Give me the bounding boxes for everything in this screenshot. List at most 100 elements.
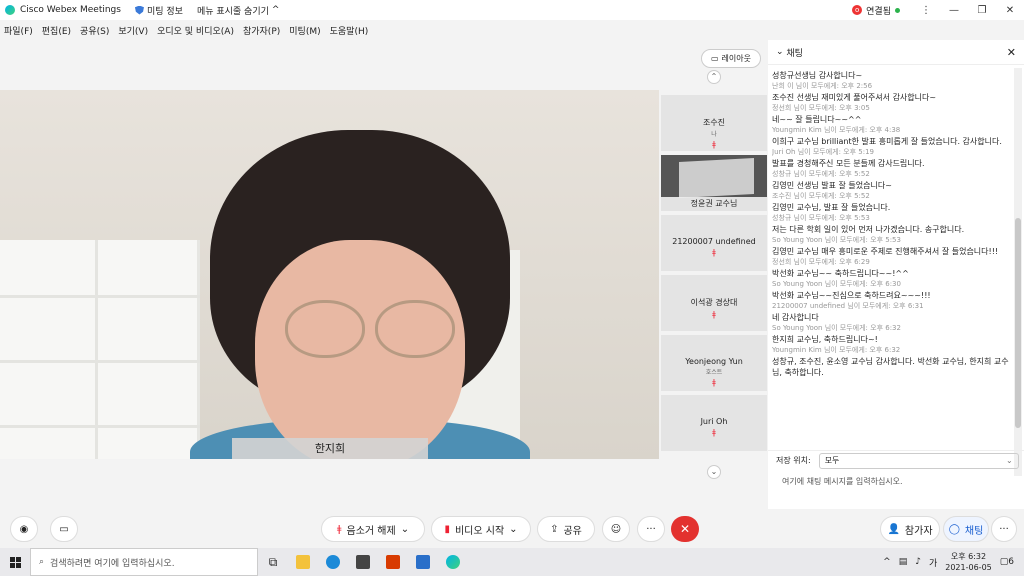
chat-message-meta: 성창규 님이 모두에게: 오후 5:52 <box>772 170 870 178</box>
control-bar: ◉ ▭ ǂ 음소거 해제 ⌄ ▮ 비디오 시작 ⌄ ⇪ 공유 ☺ ··· ✕ 👤… <box>0 510 1024 548</box>
captions-icon: ▭ <box>59 523 69 535</box>
app-title: Cisco Webex Meetings <box>20 5 121 15</box>
chat-message-meta: So Young Yoon 님이 모두에게: 오후 5:53 <box>772 236 901 244</box>
minimize-icon[interactable]: — <box>940 5 968 16</box>
participant-tile[interactable]: 21200007 undefined ǂ <box>661 215 767 271</box>
chat-message-meta: So Young Yoon 님이 모두에게: 오후 6:32 <box>772 324 901 332</box>
save-label: 저장 위치: <box>776 456 811 465</box>
strip-up-arrow[interactable]: ⌃ <box>707 70 721 84</box>
mail-icon[interactable] <box>408 548 438 576</box>
recipient-select[interactable]: 모두 ⌄ <box>818 452 1019 469</box>
start-video-button[interactable]: ▮ 비디오 시작 ⌄ <box>431 516 531 542</box>
more-panels-button[interactable]: ··· <box>991 516 1017 542</box>
network-icon[interactable]: ▤ <box>899 557 908 567</box>
captions-button[interactable]: ▭ <box>50 516 78 542</box>
chat-message-text: 이희구 교수님 brilliant한 발표 흥미롭게 잘 들었습니다. 감사합니… <box>772 137 1002 146</box>
participant-tile[interactable]: 조수진 나 ǂ <box>661 95 767 151</box>
chat-message-text: 박선화 교수님~~진심으로 축하드려요~~~!!! <box>772 291 931 300</box>
unmute-button[interactable]: ǂ 음소거 해제 ⌄ <box>321 516 425 542</box>
taskbar-clock[interactable]: 오후 6:32 2021-06-05 <box>945 551 992 573</box>
chevron-down-icon: ⌄ <box>1005 456 1013 465</box>
participant-strip: 조수진 나 ǂ 정윤권 교수님 21200007 undefined ǂ 이석광… <box>661 95 767 455</box>
chevron-down-icon[interactable]: ⌄ <box>776 47 786 57</box>
scrollbar-thumb[interactable] <box>1015 218 1021 428</box>
store-icon[interactable] <box>348 548 378 576</box>
hide-menu-button[interactable]: 메뉴 표시줄 숨기기 ^ <box>197 4 280 17</box>
windows-start-icon[interactable] <box>0 548 30 576</box>
chat-message: 성창규 님이 모두에게: 오후 5:52 김영민 선생님 발표 잘 들었습니다~ <box>772 169 1012 191</box>
chevron-down-icon: ⌄ <box>509 523 518 535</box>
participants-button[interactable]: 👤 참가자 <box>880 516 940 542</box>
more-icon[interactable]: ⋮ <box>912 5 940 16</box>
share-button[interactable]: ⇪ 공유 <box>537 516 595 542</box>
connection-status[interactable]: o 연결됨 <box>852 4 900 17</box>
task-view-icon[interactable]: ⧉ <box>258 548 288 576</box>
chat-message: 21200007 undefined 님이 모두에게: 오후 6:31 네 감사합… <box>772 301 1012 323</box>
menu-edit[interactable]: 편집(E) <box>42 24 71 37</box>
menu-meeting[interactable]: 미팅(M) <box>289 24 320 37</box>
chat-message-meta: So Young Yoon 님이 모두에게: 오후 6:30 <box>772 280 901 288</box>
chat-panel: ⌄ 채팅 ✕ 성창규선생님 감사합니다~ 난희 이 님이 모두에게: 오후 2:5… <box>768 40 1024 509</box>
chat-message: Youngmin Kim 님이 모두에게: 오후 4:38 이희구 교수님 bri… <box>772 125 1012 147</box>
menu-view[interactable]: 보기(V) <box>118 24 148 37</box>
close-icon[interactable]: ✕ <box>996 5 1024 16</box>
chat-scrollbar[interactable] <box>1014 68 1022 476</box>
search-icon: ⌕ <box>39 557 45 567</box>
chat-message-meta: Youngmin Kim 님이 모두에게: 오후 4:38 <box>772 126 901 134</box>
menu-help[interactable]: 도움말(H) <box>330 24 369 37</box>
chat-message-meta: 난희 이 님이 모두에게: 오후 2:56 <box>772 82 873 90</box>
restore-icon[interactable]: ❐ <box>968 5 996 16</box>
chat-message-text: 네 감사합니다 <box>772 313 819 322</box>
participant-tile[interactable]: Juri Oh ǂ <box>661 395 767 451</box>
menu-bar: 파일(F) 편집(E) 공유(S) 보기(V) 오디오 및 비디오(A) 참가자… <box>0 20 1024 40</box>
chat-button[interactable]: ◯ 채팅 <box>943 516 989 542</box>
chat-input[interactable]: 여기에 채팅 메시지를 입력하십시오. <box>768 472 1024 509</box>
assistant-button[interactable]: ◉ <box>10 516 38 542</box>
more-options-button[interactable]: ··· <box>637 516 665 542</box>
chat-message: So Young Yoon 님이 모두에게: 오후 6:32 한지희 교수님, 축… <box>772 323 1012 345</box>
robot-icon: ◉ <box>19 523 29 535</box>
glasses-left <box>285 300 365 358</box>
office-icon[interactable] <box>378 548 408 576</box>
chat-message: 성창규선생님 감사합니다~ <box>772 70 1012 81</box>
participant-tile[interactable]: 정윤권 교수님 <box>661 155 767 211</box>
mic-muted-icon: ǂ <box>712 248 716 257</box>
chat-message-meta: 21200007 undefined 님이 모두에게: 오후 6:31 <box>772 302 924 310</box>
volume-icon[interactable]: ♪ <box>915 557 921 567</box>
menu-file[interactable]: 파일(F) <box>4 24 33 37</box>
file-explorer-icon[interactable] <box>288 548 318 576</box>
chat-message-meta: 정선희 님이 모두에게: 오후 3:05 <box>772 104 870 112</box>
more-icon: ··· <box>999 523 1009 535</box>
leave-meeting-button[interactable]: ✕ <box>671 516 699 542</box>
layout-button[interactable]: ▭ 레이아웃 <box>701 49 761 68</box>
layout-icon: ▭ <box>710 54 719 63</box>
strip-down-arrow[interactable]: ⌄ <box>707 465 721 479</box>
active-speaker-video[interactable] <box>0 90 659 459</box>
chevron-up-icon[interactable]: ^ <box>883 557 891 567</box>
edge-icon[interactable] <box>318 548 348 576</box>
mic-muted-icon: ǂ <box>336 523 342 535</box>
ime-indicator[interactable]: 가 <box>929 556 937 569</box>
menu-audio-video[interactable]: 오디오 및 비디오(A) <box>157 24 234 37</box>
person-icon: 👤 <box>887 523 900 535</box>
chat-message: So Young Yoon 님이 모두에게: 오후 6:30 박선화 교수님~~진… <box>772 279 1012 301</box>
meeting-info-button[interactable]: 미팅 정보 <box>134 4 183 17</box>
notification-icon[interactable]: ▢6 <box>1000 557 1014 567</box>
chat-message-meta: Juri Oh 님이 모두에게: 오후 5:19 <box>772 148 874 156</box>
chat-messages[interactable]: 성창규선생님 감사합니다~ 난희 이 님이 모두에게: 오후 2:56 조수진 선생… <box>772 70 1012 450</box>
shelf-row <box>0 360 200 363</box>
mic-muted-icon: ǂ <box>712 428 716 437</box>
menu-participants[interactable]: 참가자(P) <box>243 24 280 37</box>
close-icon[interactable]: ✕ <box>1007 46 1016 59</box>
reactions-button[interactable]: ☺ <box>602 516 630 542</box>
menu-share[interactable]: 공유(S) <box>80 24 109 37</box>
taskbar-search[interactable]: ⌕ 검색하려면 여기에 입력하십시오. <box>30 548 258 576</box>
participant-tile[interactable]: 이석광 경상대 ǂ <box>661 275 767 331</box>
mic-muted-icon: ǂ <box>712 378 716 387</box>
chat-message: Juri Oh 님이 모두에게: 오후 5:19 발표를 경청해주신 모든 분들께… <box>772 147 1012 169</box>
participant-tile[interactable]: Yeonjeong Yun 호스트 ǂ <box>661 335 767 391</box>
chat-icon: ◯ <box>948 523 960 535</box>
chat-message-text: 김영민 선생님 발표 잘 들었습니다~ <box>772 181 892 190</box>
shelf-row <box>0 425 200 428</box>
webex-taskbar-icon[interactable] <box>438 548 468 576</box>
